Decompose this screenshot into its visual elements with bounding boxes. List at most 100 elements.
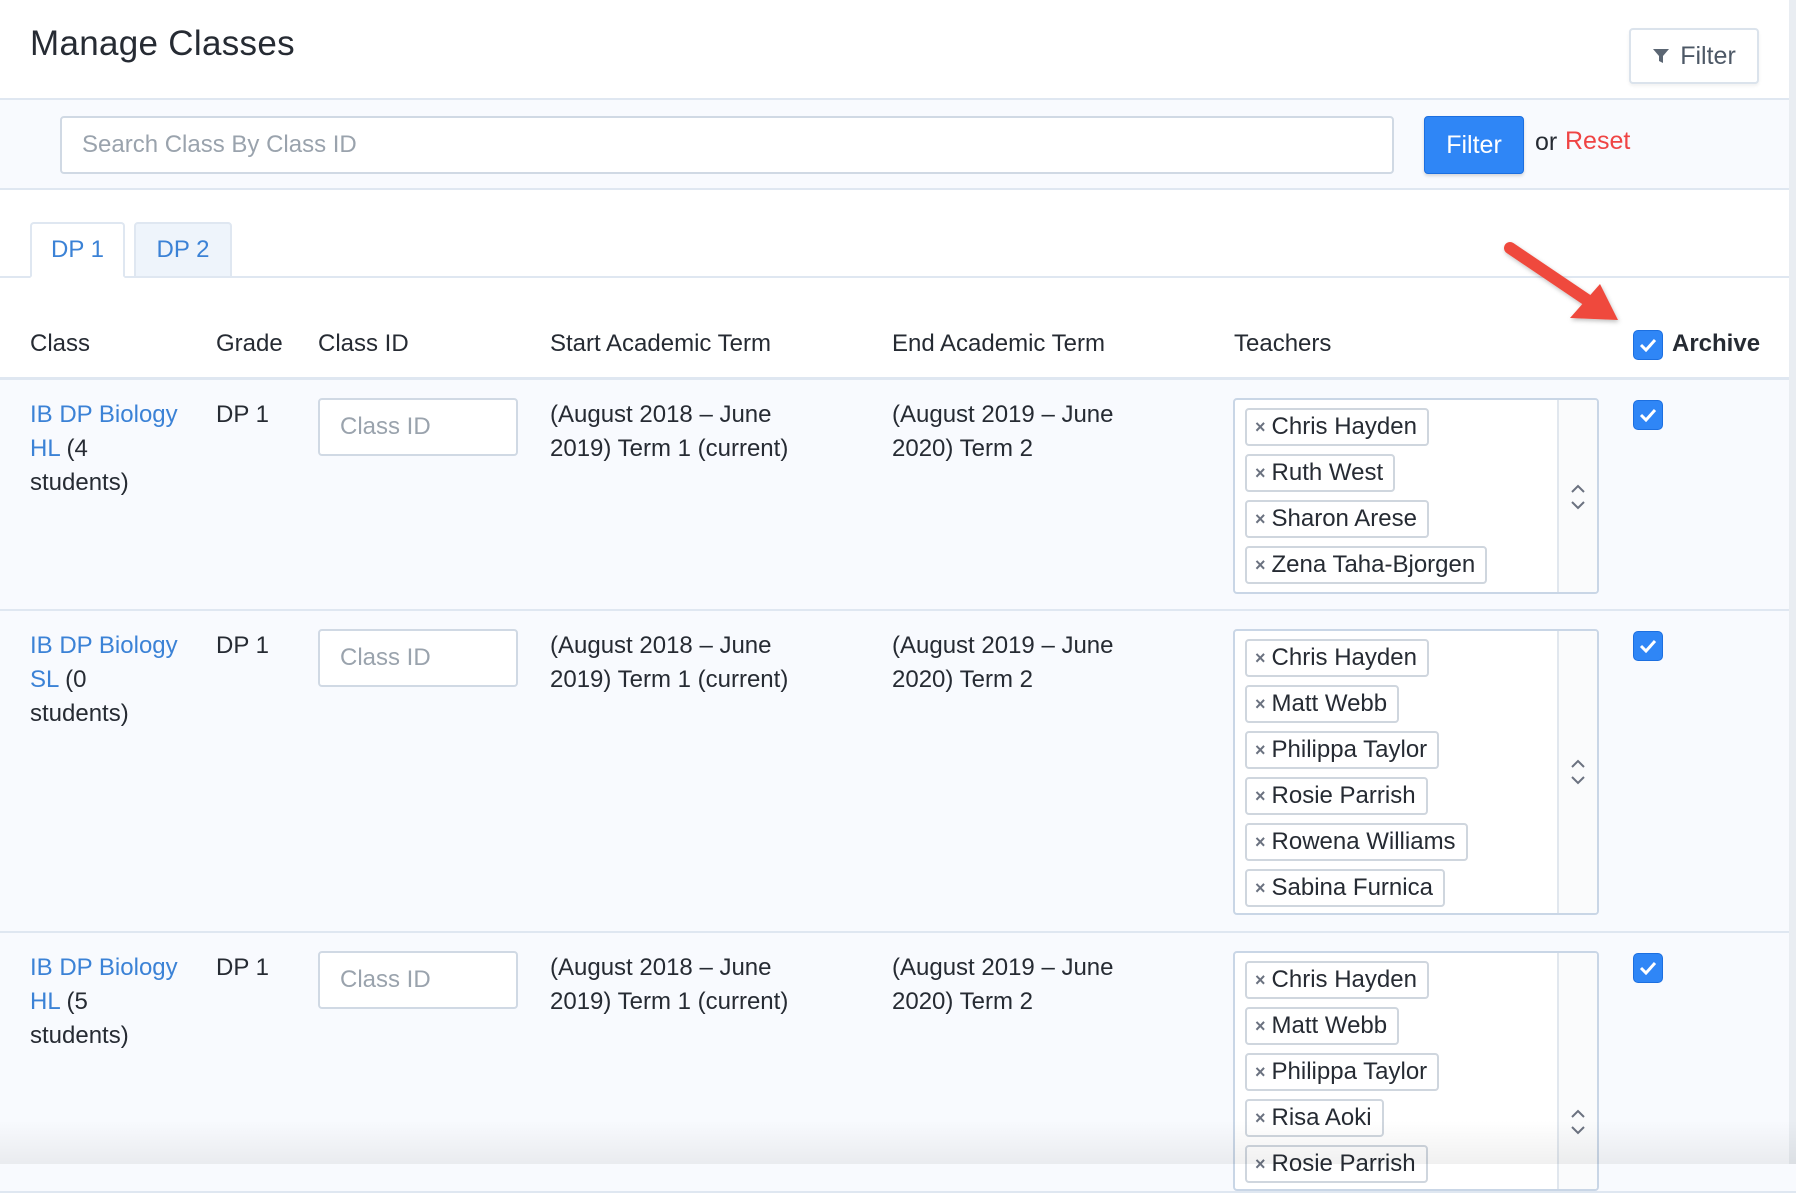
- class-name-link-level[interactable]: HL: [30, 435, 60, 462]
- class-cell: IB DP Biology HL (5 students): [30, 951, 200, 1053]
- start-term-cell: (August 2018 – June 2019) Term 1 (curren…: [550, 629, 850, 697]
- teacher-tag: × Chris Hayden: [1245, 639, 1429, 677]
- teachers-select[interactable]: × Chris Hayden × Matt Webb × Philippa Taylo…: [1233, 629, 1599, 915]
- select-scroll-column[interactable]: [1557, 631, 1597, 913]
- start-term-cell: (August 2018 – June 2019) Term 1 (curren…: [550, 398, 850, 466]
- teacher-tags: × Chris Hayden × Matt Webb × Philippa Taylo…: [1245, 639, 1555, 913]
- class-name-link[interactable]: IB DP Biology: [30, 401, 178, 428]
- chevron-up-down-icon: [1571, 759, 1585, 785]
- archive-checkbox[interactable]: [1633, 400, 1663, 430]
- start-term-line2: 2019) Term 1 (current): [550, 435, 789, 462]
- teacher-name: Ruth West: [1271, 459, 1384, 486]
- student-count: (5: [59, 988, 88, 1015]
- remove-tag-icon[interactable]: ×: [1255, 509, 1266, 530]
- select-scroll-column[interactable]: [1557, 400, 1597, 592]
- grade-cell: DP 1: [216, 632, 269, 659]
- teacher-name: Matt Webb: [1271, 690, 1388, 717]
- teacher-name: Risa Aoki: [1271, 1104, 1372, 1131]
- funnel-icon: [1653, 49, 1670, 63]
- teacher-name: Zena Taha-Bjorgen: [1271, 551, 1476, 578]
- teacher-name: Rosie Parrish: [1271, 782, 1416, 809]
- end-term-line1: (August 2019 – June: [892, 954, 1114, 981]
- search-input[interactable]: [60, 116, 1394, 174]
- class-name-link[interactable]: IB DP Biology: [30, 632, 178, 659]
- teacher-tag: × Zena Taha-Bjorgen: [1245, 546, 1488, 584]
- class-name-link-level[interactable]: HL: [30, 988, 60, 1015]
- teachers-select[interactable]: × Chris Hayden × Ruth West × Sharon Arese ×…: [1233, 398, 1599, 594]
- teacher-name: Rosie Parrish: [1271, 1150, 1416, 1177]
- remove-tag-icon[interactable]: ×: [1255, 648, 1266, 669]
- end-term-line2: 2020) Term 2: [892, 988, 1033, 1015]
- table-row: IB DP Biology HL (4 students) DP 1 (Augu…: [0, 380, 1796, 611]
- teacher-name: Chris Hayden: [1271, 966, 1417, 993]
- remove-tag-icon[interactable]: ×: [1255, 694, 1266, 715]
- student-count: (0: [58, 666, 87, 693]
- column-header-class-id: Class ID: [318, 330, 409, 357]
- page-header: Manage Classes Filter: [0, 0, 1796, 100]
- reset-link[interactable]: Reset: [1565, 127, 1630, 156]
- teacher-name: Philippa Taylor: [1271, 736, 1428, 763]
- teacher-name: Philippa Taylor: [1271, 1058, 1428, 1085]
- class-id-input[interactable]: [318, 398, 518, 456]
- teacher-tag: × Sabina Furnica: [1245, 869, 1445, 907]
- end-term-cell: (August 2019 – June 2020) Term 2: [892, 398, 1192, 466]
- start-term-cell: (August 2018 – June 2019) Term 1 (curren…: [550, 951, 850, 1019]
- end-term-line1: (August 2019 – June: [892, 401, 1114, 428]
- class-name-link-level[interactable]: SL: [30, 666, 58, 693]
- teacher-tag: × Rowena Williams: [1245, 823, 1468, 861]
- class-name-link[interactable]: IB DP Biology: [30, 954, 178, 981]
- tab-dp1[interactable]: DP 1: [30, 222, 125, 278]
- teacher-tag: × Matt Webb: [1245, 685, 1400, 723]
- class-cell: IB DP Biology HL (4 students): [30, 398, 200, 500]
- teacher-tag: × Risa Aoki: [1245, 1099, 1384, 1137]
- column-header-class: Class: [30, 330, 91, 357]
- end-term-line2: 2020) Term 2: [892, 666, 1033, 693]
- chevron-up-down-icon: [1571, 1109, 1585, 1135]
- remove-tag-icon[interactable]: ×: [1255, 1154, 1266, 1175]
- teacher-name: Sabina Furnica: [1271, 874, 1433, 901]
- remove-tag-icon[interactable]: ×: [1255, 417, 1266, 438]
- end-term-cell: (August 2019 – June 2020) Term 2: [892, 629, 1192, 697]
- remove-tag-icon[interactable]: ×: [1255, 1016, 1266, 1037]
- teacher-tags: × Chris Hayden × Ruth West × Sharon Arese ×…: [1245, 408, 1555, 592]
- remove-tag-icon[interactable]: ×: [1255, 832, 1266, 853]
- grade-cell: DP 1: [216, 954, 269, 981]
- tab-dp2[interactable]: DP 2: [134, 222, 232, 278]
- class-id-input[interactable]: [318, 951, 518, 1009]
- teacher-tag: × Chris Hayden: [1245, 961, 1429, 999]
- remove-tag-icon[interactable]: ×: [1255, 970, 1266, 991]
- remove-tag-icon[interactable]: ×: [1255, 786, 1266, 807]
- remove-tag-icon[interactable]: ×: [1255, 463, 1266, 484]
- teacher-tag: × Ruth West: [1245, 454, 1396, 492]
- teacher-name: Chris Hayden: [1271, 413, 1417, 440]
- end-term-line2: 2020) Term 2: [892, 435, 1033, 462]
- column-header-start-term: Start Academic Term: [550, 330, 771, 357]
- teacher-tag: × Philippa Taylor: [1245, 731, 1440, 769]
- teachers-select[interactable]: × Chris Hayden × Matt Webb × Philippa Taylo…: [1233, 951, 1599, 1191]
- checkmark-icon: [1639, 338, 1657, 352]
- annotation-arrow-icon: [1504, 242, 1618, 320]
- teacher-tag: × Rosie Parrish: [1245, 777, 1428, 815]
- class-id-input[interactable]: [318, 629, 518, 687]
- filter-toggle-label: Filter: [1680, 41, 1736, 70]
- archive-checkbox[interactable]: [1633, 631, 1663, 661]
- archive-all-checkbox[interactable]: [1633, 330, 1663, 360]
- column-header-archive: Archive: [1672, 330, 1761, 357]
- remove-tag-icon[interactable]: ×: [1255, 555, 1266, 576]
- remove-tag-icon[interactable]: ×: [1255, 1108, 1266, 1129]
- student-count-label: students): [30, 469, 129, 496]
- remove-tag-icon[interactable]: ×: [1255, 740, 1266, 761]
- teacher-name: Matt Webb: [1271, 1012, 1388, 1039]
- remove-tag-icon[interactable]: ×: [1255, 1062, 1266, 1083]
- student-count: (4: [59, 435, 88, 462]
- archive-checkbox[interactable]: [1633, 953, 1663, 983]
- teacher-name: Rowena Williams: [1271, 828, 1456, 855]
- select-scroll-column[interactable]: [1557, 953, 1597, 1189]
- remove-tag-icon[interactable]: ×: [1255, 878, 1266, 899]
- class-cell: IB DP Biology SL (0 students): [30, 629, 200, 731]
- chevron-up-down-icon: [1571, 484, 1585, 510]
- column-header-grade: Grade: [216, 330, 283, 357]
- page-scrollbar[interactable]: [1789, 0, 1796, 1164]
- filter-submit-button[interactable]: Filter: [1424, 116, 1524, 174]
- filter-toggle-button[interactable]: Filter: [1629, 28, 1759, 84]
